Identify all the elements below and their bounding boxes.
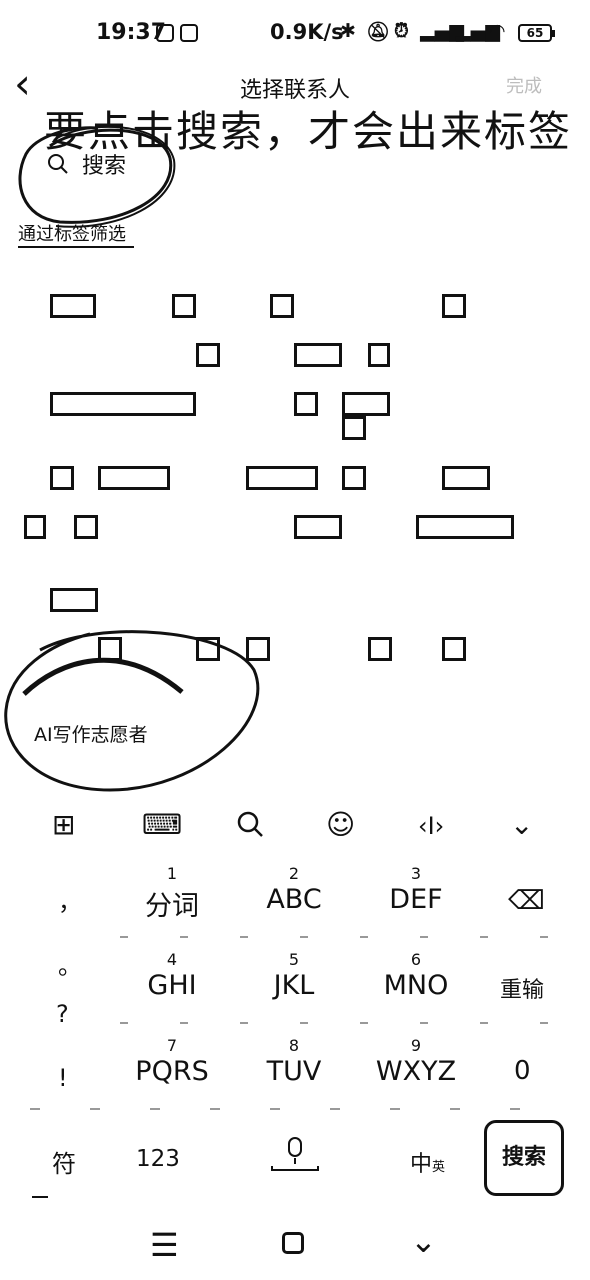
contact-name[interactable]: AI写作志愿者 <box>34 720 148 747</box>
redacted-block <box>50 392 196 416</box>
key-4[interactable]: 4 GHI <box>112 950 232 1001</box>
search-icon[interactable] <box>236 810 264 838</box>
redacted-block <box>74 515 98 539</box>
reset-input-key[interactable]: 重输 <box>500 972 544 1004</box>
key-7[interactable]: 7 PQRS <box>112 1036 232 1087</box>
alarm-icon: ⏰︎ <box>394 20 409 42</box>
app-notification-icon <box>180 24 198 42</box>
redacted-block <box>172 294 196 318</box>
redacted-block <box>442 294 466 318</box>
cursor-icon[interactable]: ‹I› <box>418 812 444 840</box>
redacted-block <box>98 466 170 490</box>
grid-icon[interactable]: ⊞ <box>52 808 75 841</box>
redacted-block <box>442 637 466 661</box>
redacted-block <box>270 294 294 318</box>
redacted-block <box>342 466 366 490</box>
redacted-block <box>294 392 318 416</box>
collapse-icon[interactable]: ⌄ <box>510 808 533 841</box>
key-question[interactable]: ? <box>56 1000 69 1028</box>
redacted-block <box>342 392 390 416</box>
redacted-block <box>294 515 342 539</box>
key-8[interactable]: 8 TUV <box>234 1036 354 1087</box>
redacted-block <box>50 588 98 612</box>
nav-back-icon[interactable]: ⌄ <box>410 1222 437 1260</box>
search-label: 搜索 <box>82 154 127 179</box>
mute-icon: 🔕︎ <box>366 21 391 43</box>
redacted-block <box>246 466 318 490</box>
wifi-icon: ◠ <box>490 20 505 42</box>
row-separator <box>30 1108 560 1110</box>
redacted-block <box>368 637 392 661</box>
redacted-block <box>196 343 220 367</box>
key-1[interactable]: 1 分词 <box>112 864 232 923</box>
filter-by-tag-link[interactable]: 通过标签筛选 <box>18 220 134 248</box>
battery-indicator: 65 <box>518 24 555 42</box>
key-3[interactable]: 3 DEF <box>356 864 476 915</box>
microphone-icon <box>271 1137 319 1171</box>
row-separator <box>120 936 560 938</box>
key-6[interactable]: 6 MNO <box>356 950 476 1001</box>
home-icon[interactable] <box>282 1232 304 1254</box>
menu-icon[interactable]: ☰ <box>150 1226 179 1264</box>
key-9[interactable]: 9 WXYZ <box>356 1036 476 1087</box>
redacted-block <box>442 466 490 490</box>
row-separator <box>120 1022 560 1024</box>
language-toggle-key[interactable]: 中英 <box>410 1146 445 1178</box>
status-bar: 19:37 0.9K/s ✱ 🔕︎ ⏰︎ ▂▄▆ ▂▄▆ ◠ 65 <box>0 0 590 64</box>
emoji-icon[interactable]: ☺ <box>326 808 355 841</box>
key-exclaim[interactable]: ! <box>58 1064 68 1092</box>
redacted-block <box>368 343 390 367</box>
numeric-key[interactable]: 123 <box>136 1146 180 1172</box>
redacted-block <box>50 294 96 318</box>
space-key[interactable] <box>270 1136 320 1176</box>
search-icon <box>48 154 68 174</box>
network-speed: 0.9K/s <box>270 20 344 44</box>
message-notification-icon <box>156 24 174 42</box>
key-2[interactable]: 2 ABC <box>234 864 354 915</box>
redacted-block <box>24 515 46 539</box>
keyboard-icon[interactable]: ⌨ <box>142 808 182 841</box>
redacted-block <box>342 416 366 440</box>
redacted-block <box>294 343 342 367</box>
redacted-block <box>416 515 514 539</box>
bluetooth-icon: ✱ <box>340 20 356 42</box>
annotation-circle-2 <box>4 630 260 792</box>
key-period[interactable]: 。 <box>58 946 82 981</box>
backspace-key[interactable]: ⌫ <box>508 886 545 916</box>
done-button[interactable]: 完成 <box>506 72 542 98</box>
key-comma[interactable]: ， <box>58 882 82 917</box>
key-0[interactable]: 0 <box>514 1056 531 1086</box>
symbol-key[interactable]: 符 <box>52 1144 76 1179</box>
divider <box>32 1196 48 1198</box>
search-action-key[interactable]: 搜索 <box>484 1120 564 1196</box>
redacted-block <box>50 466 74 490</box>
key-5[interactable]: 5 JKL <box>234 950 354 1001</box>
